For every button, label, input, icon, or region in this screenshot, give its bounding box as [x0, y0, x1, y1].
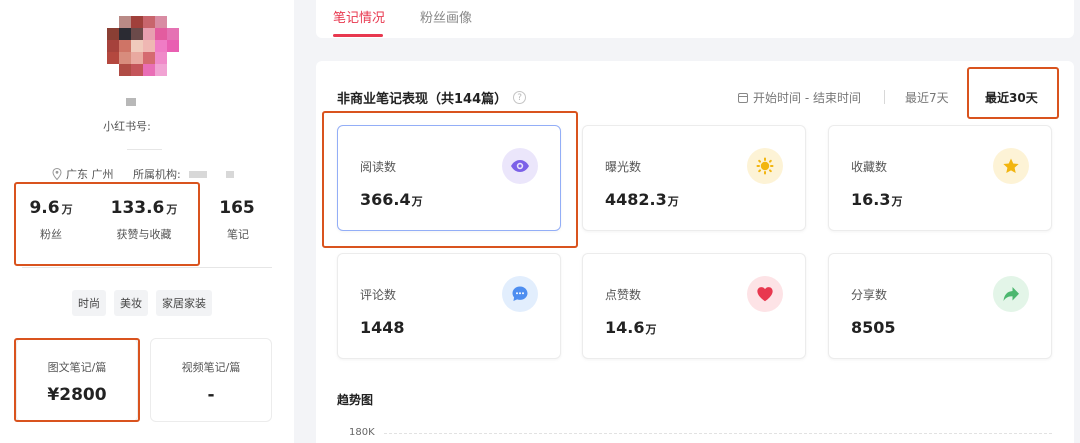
- section-title-text: 非商业笔记表现（共144篇）: [337, 92, 508, 107]
- tag-list: 时尚 美妆 家居家装: [72, 290, 212, 316]
- share-icon: [993, 276, 1029, 312]
- comment-icon: [502, 276, 538, 312]
- stat-value: 165: [219, 198, 255, 218]
- tab-fan-profile[interactable]: 粉丝画像: [420, 7, 472, 26]
- price-card-video-note: 视频笔记/篇 -: [150, 338, 272, 422]
- tag[interactable]: 美妆: [114, 290, 148, 316]
- metric-label: 分享数: [851, 288, 888, 302]
- nickname-redacted: [126, 98, 136, 106]
- metric-card-shares[interactable]: 分享数 8505: [828, 253, 1052, 359]
- trend-chart-title: 趋势图: [337, 393, 374, 407]
- calendar-icon: [738, 92, 748, 103]
- heart-icon: [747, 276, 783, 312]
- divider: [22, 267, 272, 268]
- location-pin-icon: [52, 168, 62, 180]
- location: 广东 广州: [52, 166, 114, 182]
- location-text: 广东 广州: [66, 168, 114, 181]
- section-title: 非商业笔记表现（共144篇） ?: [337, 88, 527, 107]
- highlight-box: [322, 111, 578, 248]
- metric-unit: 万: [645, 323, 657, 336]
- tag[interactable]: 时尚: [72, 290, 106, 316]
- org-name-redacted: [226, 171, 234, 178]
- divider: [127, 149, 162, 150]
- price-label: 视频笔记/篇: [181, 361, 241, 374]
- tag[interactable]: 家居家装: [156, 290, 212, 316]
- org-label: 所属机构:: [133, 168, 181, 181]
- metric-unit: 万: [891, 195, 903, 208]
- metric-value: 1448: [360, 318, 405, 337]
- metric-label: 评论数: [360, 288, 397, 302]
- sun-icon: [747, 148, 783, 184]
- chart-gridline: [384, 433, 1052, 434]
- highlight-box: [14, 338, 140, 422]
- org-name-redacted: [189, 171, 207, 178]
- y-axis-tick: 180K: [349, 427, 375, 438]
- metric-label: 曝光数: [605, 160, 642, 174]
- metric-unit: 万: [667, 195, 679, 208]
- metric-card-collects[interactable]: 收藏数 16.3万: [828, 125, 1052, 231]
- metric-value: 8505: [851, 318, 896, 337]
- metric-label: 点赞数: [605, 288, 642, 302]
- avatar[interactable]: [107, 16, 179, 82]
- tab-note-stats[interactable]: 笔记情况: [333, 7, 385, 26]
- date-range-picker[interactable]: 开始时间 - 结束时间: [738, 89, 861, 106]
- metric-card-impressions[interactable]: 曝光数 4482.3万: [582, 125, 806, 231]
- price-value: -: [207, 385, 215, 405]
- divider: [884, 90, 885, 104]
- date-range-text: 开始时间 - 结束时间: [753, 91, 861, 105]
- highlight-box: [967, 67, 1059, 119]
- metric-value: 16.3: [851, 190, 891, 209]
- stat-label: 笔记: [227, 228, 249, 241]
- highlight-box: [14, 182, 200, 266]
- metric-value: 14.6: [605, 318, 645, 337]
- star-icon: [993, 148, 1029, 184]
- question-icon[interactable]: ?: [513, 91, 527, 104]
- metric-card-likes[interactable]: 点赞数 14.6万: [582, 253, 806, 359]
- stat-notes: 165 笔记: [214, 198, 262, 242]
- active-tab-indicator: [333, 34, 383, 37]
- metric-card-comments[interactable]: 评论数 1448: [337, 253, 561, 359]
- metric-value: 4482.3: [605, 190, 667, 209]
- red-id-label: 小红书号:: [103, 120, 151, 133]
- range-7-days-button[interactable]: 最近7天: [905, 89, 949, 106]
- metric-label: 收藏数: [851, 160, 888, 174]
- profile-panel: 小红书号: 广东 广州 所属机构: 9.6 万 粉丝 133.6 万 获赞与收藏 1…: [0, 0, 294, 443]
